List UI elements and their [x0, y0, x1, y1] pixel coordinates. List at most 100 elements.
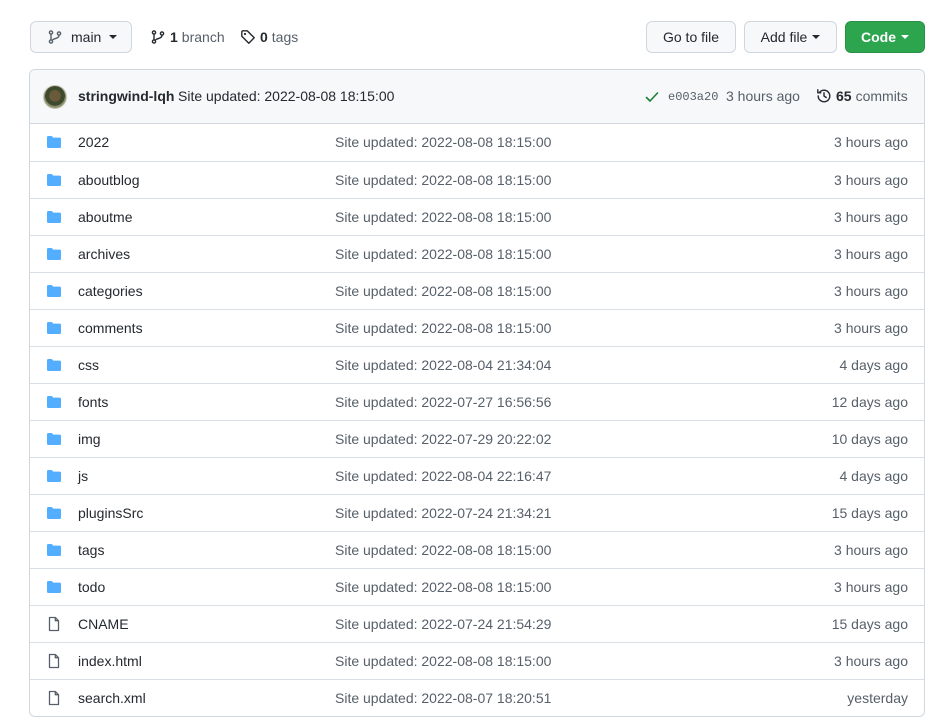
- chevron-down-icon: [812, 35, 821, 39]
- file-commit-message[interactable]: Site updated: 2022-08-04 21:34:04: [335, 357, 551, 373]
- file-name[interactable]: aboutblog: [78, 172, 140, 188]
- tag-text: tags: [271, 29, 299, 45]
- commit-author[interactable]: stringwind-lqh: [78, 88, 174, 104]
- folder-icon: [46, 468, 62, 484]
- file-name[interactable]: index.html: [78, 653, 142, 669]
- file-name[interactable]: aboutme: [78, 209, 132, 225]
- file-row[interactable]: 2022 Site updated: 2022-08-08 18:15:00 3…: [30, 124, 924, 161]
- code-button[interactable]: Code: [845, 21, 925, 53]
- file-icon: [46, 690, 62, 706]
- file-row[interactable]: tags Site updated: 2022-08-08 18:15:00 3…: [30, 531, 924, 568]
- file-row[interactable]: img Site updated: 2022-07-29 20:22:02 10…: [30, 420, 924, 457]
- file-row[interactable]: fonts Site updated: 2022-07-27 16:56:56 …: [30, 383, 924, 420]
- tag-count: 0: [260, 29, 268, 45]
- file-name[interactable]: search.xml: [78, 690, 146, 706]
- file-name[interactable]: tags: [78, 542, 104, 558]
- file-row[interactable]: comments Site updated: 2022-08-08 18:15:…: [30, 309, 924, 346]
- chevron-down-icon: [901, 35, 909, 39]
- file-commit-message[interactable]: Site updated: 2022-08-04 22:16:47: [335, 468, 551, 484]
- file-name[interactable]: img: [78, 431, 101, 447]
- file-name[interactable]: pluginsSrc: [78, 505, 143, 521]
- file-name[interactable]: js: [78, 468, 88, 484]
- file-age: 3 hours ago: [834, 542, 908, 558]
- folder-icon: [46, 134, 62, 150]
- folder-icon: [46, 357, 62, 373]
- file-age: yesterday: [847, 690, 908, 706]
- file-commit-message[interactable]: Site updated: 2022-07-27 16:56:56: [335, 394, 551, 410]
- file-commit-message[interactable]: Site updated: 2022-08-08 18:15:00: [335, 172, 551, 188]
- branch-name: main: [71, 29, 102, 45]
- file-age: 3 hours ago: [834, 579, 908, 595]
- file-row[interactable]: index.html Site updated: 2022-08-08 18:1…: [30, 642, 924, 679]
- file-row[interactable]: pluginsSrc Site updated: 2022-07-24 21:3…: [30, 494, 924, 531]
- add-file-button[interactable]: Add file: [744, 21, 837, 53]
- latest-commit-bar: stringwind-lqh Site updated: 2022-08-08 …: [30, 70, 924, 124]
- file-row[interactable]: js Site updated: 2022-08-04 22:16:47 4 d…: [30, 457, 924, 494]
- file-row[interactable]: CNAME Site updated: 2022-07-24 21:54:29 …: [30, 605, 924, 642]
- tags-link[interactable]: 0 tags: [240, 21, 298, 53]
- file-commit-message[interactable]: Site updated: 2022-07-24 21:34:21: [335, 505, 551, 521]
- commit-time: 3 hours ago: [726, 88, 800, 104]
- file-age: 4 days ago: [839, 468, 909, 484]
- file-row[interactable]: aboutblog Site updated: 2022-08-08 18:15…: [30, 161, 924, 198]
- history-icon: [816, 88, 832, 104]
- file-icon: [46, 616, 62, 632]
- file-row[interactable]: search.xml Site updated: 2022-08-07 18:2…: [30, 679, 924, 716]
- code-label: Code: [861, 29, 896, 45]
- git-branch-icon: [150, 29, 166, 45]
- file-commit-message[interactable]: Site updated: 2022-08-08 18:15:00: [335, 320, 551, 336]
- file-commit-message[interactable]: Site updated: 2022-08-08 18:15:00: [335, 246, 551, 262]
- file-commit-message[interactable]: Site updated: 2022-08-08 18:15:00: [335, 653, 551, 669]
- file-commit-message[interactable]: Site updated: 2022-08-07 18:20:51: [335, 690, 551, 706]
- file-name[interactable]: categories: [78, 283, 143, 299]
- file-row[interactable]: archives Site updated: 2022-08-08 18:15:…: [30, 235, 924, 272]
- file-age: 3 hours ago: [834, 172, 908, 188]
- file-row[interactable]: categories Site updated: 2022-08-08 18:1…: [30, 272, 924, 309]
- file-age: 3 hours ago: [834, 246, 908, 262]
- avatar[interactable]: [43, 85, 67, 109]
- file-name[interactable]: CNAME: [78, 616, 129, 632]
- file-name[interactable]: todo: [78, 579, 105, 595]
- file-list: 2022 Site updated: 2022-08-08 18:15:00 3…: [30, 124, 924, 716]
- file-age: 3 hours ago: [834, 283, 908, 299]
- file-commit-message[interactable]: Site updated: 2022-08-08 18:15:00: [335, 134, 551, 150]
- file-browser: stringwind-lqh Site updated: 2022-08-08 …: [29, 69, 925, 717]
- file-commit-message[interactable]: Site updated: 2022-08-08 18:15:00: [335, 209, 551, 225]
- file-age: 10 days ago: [831, 431, 908, 447]
- file-name[interactable]: fonts: [78, 394, 108, 410]
- chevron-down-icon: [109, 35, 118, 39]
- commits-text: commits: [855, 88, 908, 104]
- file-row[interactable]: css Site updated: 2022-08-04 21:34:04 4 …: [30, 346, 924, 383]
- branches-link[interactable]: 1 branch: [150, 21, 225, 53]
- file-commit-message[interactable]: Site updated: 2022-07-24 21:54:29: [335, 616, 551, 632]
- git-branch-icon: [47, 29, 63, 45]
- branch-text: branch: [181, 29, 225, 45]
- commits-link[interactable]: 65 commits: [816, 88, 908, 104]
- folder-icon: [46, 172, 62, 188]
- branch-select-button[interactable]: main: [30, 21, 132, 53]
- file-name[interactable]: css: [78, 357, 99, 373]
- file-age: 3 hours ago: [834, 134, 908, 150]
- file-commit-message[interactable]: Site updated: 2022-08-08 18:15:00: [335, 283, 551, 299]
- file-commit-message[interactable]: Site updated: 2022-08-08 18:15:00: [335, 542, 551, 558]
- commit-message[interactable]: Site updated: 2022-08-08 18:15:00: [178, 88, 394, 104]
- tag-icon: [240, 29, 256, 45]
- file-row[interactable]: todo Site updated: 2022-08-08 18:15:00 3…: [30, 568, 924, 605]
- folder-icon: [46, 320, 62, 336]
- file-row[interactable]: aboutme Site updated: 2022-08-08 18:15:0…: [30, 198, 924, 235]
- go-to-file-button[interactable]: Go to file: [646, 21, 736, 53]
- file-name[interactable]: archives: [78, 246, 130, 262]
- check-icon[interactable]: [644, 89, 660, 105]
- branch-count: 1: [170, 29, 178, 45]
- file-age: 3 hours ago: [834, 209, 908, 225]
- folder-icon: [46, 283, 62, 299]
- file-commit-message[interactable]: Site updated: 2022-08-08 18:15:00: [335, 579, 551, 595]
- commit-sha[interactable]: e003a20: [668, 90, 718, 104]
- commit-count: 65: [836, 88, 852, 104]
- file-icon: [46, 653, 62, 669]
- file-commit-message[interactable]: Site updated: 2022-07-29 20:22:02: [335, 431, 551, 447]
- repo-toolbar: main 1 branch 0 tags Go to file Add file…: [30, 21, 925, 53]
- file-name[interactable]: comments: [78, 320, 143, 336]
- folder-icon: [46, 505, 62, 521]
- file-name[interactable]: 2022: [78, 134, 109, 150]
